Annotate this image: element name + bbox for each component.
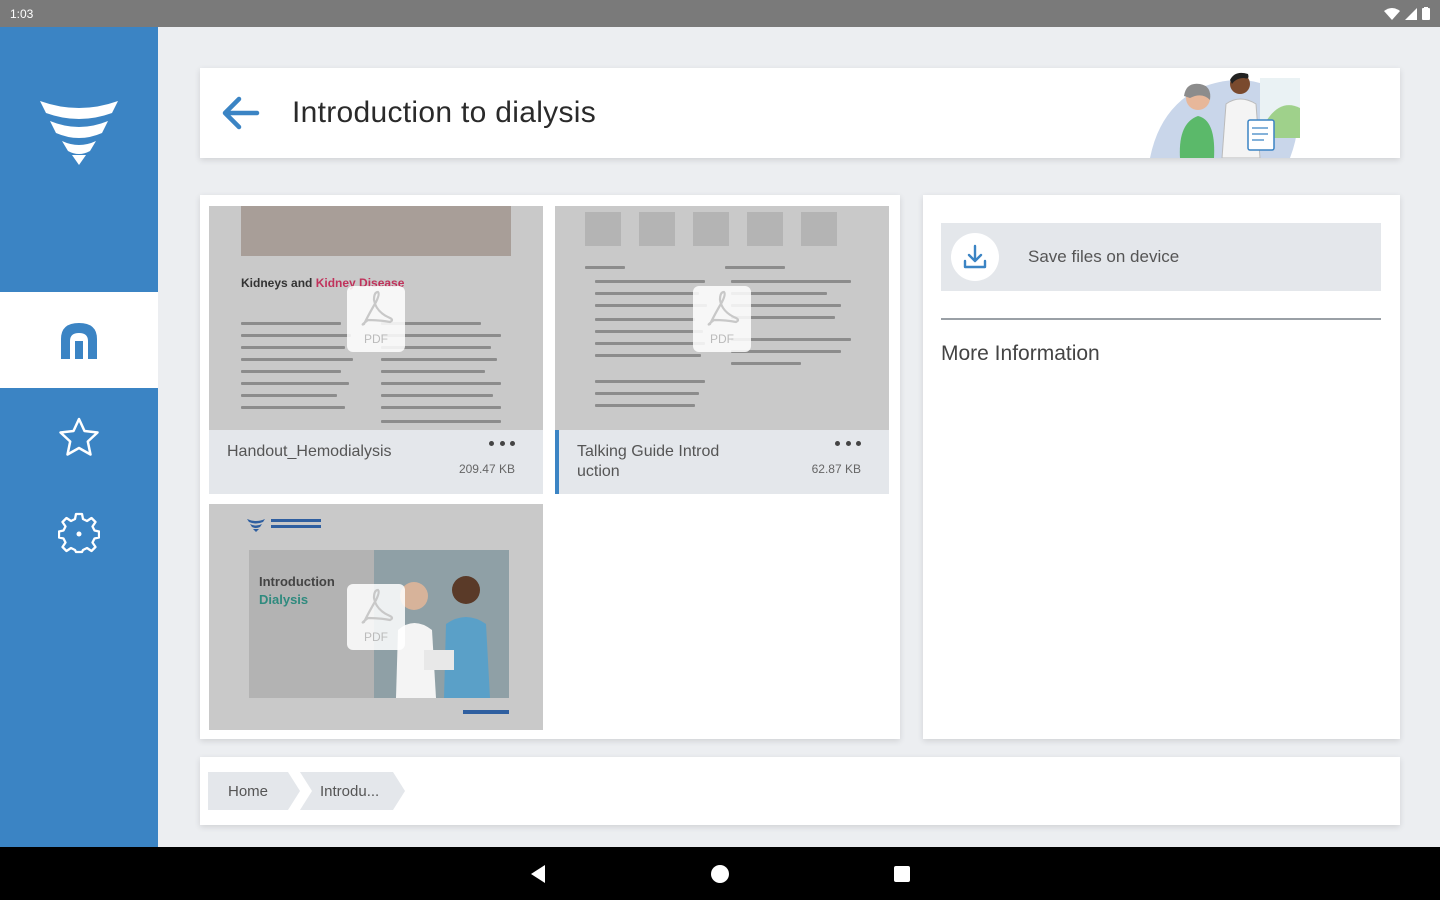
thumbnail-photo bbox=[241, 206, 511, 256]
file-meta: Talking Guide Introduction 62.87 KB bbox=[555, 430, 889, 494]
more-options-button[interactable] bbox=[489, 436, 515, 450]
thumbnail-subtitle: Dialysis bbox=[259, 592, 309, 607]
thumbnail-title: Introduction bbox=[259, 574, 335, 589]
brand-logo-icon bbox=[40, 101, 118, 165]
breadcrumb-current[interactable]: Introdu... bbox=[300, 772, 405, 810]
doctor-patient-illustration bbox=[1150, 72, 1300, 158]
wifi-icon bbox=[1384, 7, 1400, 20]
triangle-back-icon bbox=[531, 865, 545, 883]
system-recents-button[interactable] bbox=[891, 863, 913, 885]
file-thumbnail: PDF bbox=[555, 206, 889, 430]
pdf-icon bbox=[361, 588, 394, 624]
system-back-button[interactable] bbox=[527, 863, 549, 885]
signal-icon bbox=[1405, 7, 1417, 20]
home-icon bbox=[61, 323, 97, 359]
file-tile-handout[interactable]: Kidneys and Kidney Disease PDF Handout_H… bbox=[209, 206, 543, 494]
save-files-label: Save files on device bbox=[1028, 247, 1180, 266]
file-name: Handout_Hemodialysis bbox=[227, 443, 392, 460]
file-name: Talking Guide Introduction bbox=[577, 443, 720, 480]
file-meta: Handout_Hemodialysis 209.47 KB bbox=[209, 430, 543, 494]
sidebar-item-home[interactable] bbox=[0, 292, 158, 388]
page-title: Introduction to dialysis bbox=[292, 96, 597, 129]
pdf-badge: PDF bbox=[347, 584, 405, 650]
main-content: Introduction to dialysis Kidneys and Kid… bbox=[158, 27, 1440, 847]
star-icon bbox=[59, 417, 99, 456]
breadcrumb-home[interactable]: Home bbox=[208, 772, 300, 810]
breadcrumb: Home Introdu... bbox=[200, 757, 1400, 825]
brand-logo-small-icon bbox=[247, 519, 265, 532]
more-information-heading: More Information bbox=[941, 342, 1100, 365]
system-home-button[interactable] bbox=[709, 863, 731, 885]
page-header: Introduction to dialysis bbox=[200, 68, 1400, 158]
pdf-badge: PDF bbox=[347, 286, 405, 352]
sidebar-item-favorites[interactable] bbox=[0, 389, 158, 485]
file-tile-introduction-dialysis[interactable]: Introduction Dialysis PDF bbox=[209, 504, 543, 730]
gear-icon bbox=[58, 512, 100, 554]
save-files-button[interactable]: Save files on device bbox=[941, 223, 1381, 291]
sidebar bbox=[0, 27, 158, 847]
pdf-badge: PDF bbox=[693, 286, 751, 352]
pdf-icon bbox=[707, 290, 740, 326]
arrow-left-icon bbox=[222, 96, 260, 130]
battery-icon bbox=[1422, 7, 1430, 20]
file-thumbnail: Kidneys and Kidney Disease PDF bbox=[209, 206, 543, 430]
download-icon bbox=[963, 244, 987, 269]
status-time: 1:03 bbox=[10, 6, 34, 21]
sidebar-item-settings[interactable] bbox=[0, 485, 158, 581]
status-bar: 1:03 bbox=[0, 0, 1440, 27]
circle-home-icon bbox=[711, 865, 729, 883]
divider bbox=[941, 318, 1381, 320]
more-options-button[interactable] bbox=[835, 436, 861, 450]
status-icons bbox=[1384, 7, 1430, 20]
square-recents-icon bbox=[894, 866, 910, 882]
file-size: 62.87 KB bbox=[811, 462, 861, 476]
save-icon-wrapper bbox=[951, 233, 999, 281]
file-thumbnail: Introduction Dialysis PDF bbox=[209, 504, 543, 730]
file-size: 209.47 KB bbox=[458, 462, 515, 476]
file-tile-talking-guide[interactable]: PDF Talking Guide Introduction 62.87 KB bbox=[555, 206, 889, 494]
system-nav-bar bbox=[0, 847, 1440, 900]
pdf-icon bbox=[361, 290, 394, 326]
files-panel: Kidneys and Kidney Disease PDF Handout_H… bbox=[200, 195, 900, 739]
info-panel: Save files on device More Information bbox=[923, 195, 1400, 739]
back-button[interactable] bbox=[218, 90, 264, 136]
